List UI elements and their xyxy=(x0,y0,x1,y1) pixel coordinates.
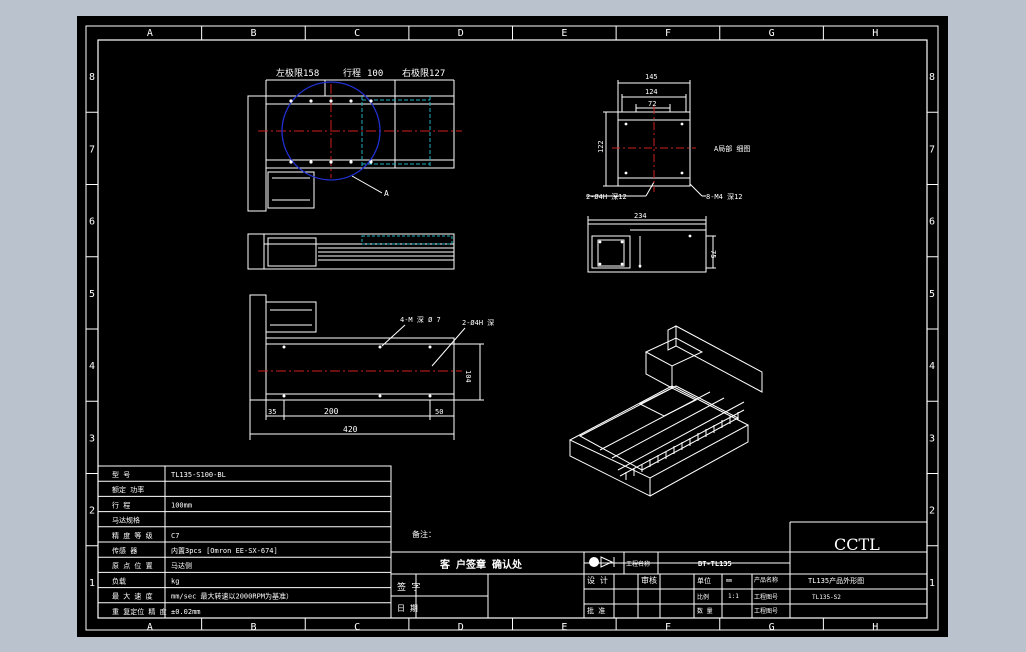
leader-a-label: A xyxy=(384,189,389,198)
bottom-note-pins: 2-Ø4H 深 xyxy=(462,318,494,327)
end-note-left: 2-Ø4H 深12 xyxy=(586,192,627,201)
zone-col-G: G xyxy=(769,622,775,633)
zone-row-6: 6 xyxy=(929,217,935,228)
end-dim-mid: 124 xyxy=(645,88,658,96)
zone-col-C: C xyxy=(354,28,360,39)
project-label: 工程名称 xyxy=(626,560,650,568)
param-label-4: 精 度 等 级 xyxy=(112,531,153,540)
zone-col-B: B xyxy=(250,622,256,633)
notes-label: 备注： xyxy=(412,529,436,539)
bottom-dim-height: 104 xyxy=(464,370,472,383)
project-value: BT-TL135 xyxy=(698,560,732,568)
top-dim-right: 右极限127 xyxy=(402,67,445,79)
top-dim-travel-label: 行程 xyxy=(343,67,361,79)
zone-col-G: G xyxy=(769,28,775,39)
zone-col-F: F xyxy=(665,28,671,39)
company-name: CCTL xyxy=(834,535,880,554)
zone-row-4: 4 xyxy=(929,361,935,372)
zone-row-7: 7 xyxy=(89,144,95,155)
param-value-5: 内置3pcs [Omron EE-SX-674] xyxy=(171,546,278,555)
param-label-5: 传感 器 xyxy=(112,546,137,555)
sign-label: 签 字 xyxy=(397,581,420,593)
param-label-7: 负载 xyxy=(112,576,126,585)
param-value-7: kg xyxy=(171,577,179,585)
param-label-6: 原 点 位 置 xyxy=(112,561,153,570)
top-dim-left: 左极限158 xyxy=(276,67,319,79)
zone-col-H: H xyxy=(872,28,878,39)
unit-label: 单位 xyxy=(697,576,711,585)
qty-label: 数 量 xyxy=(697,607,713,615)
zone-col-D: D xyxy=(458,28,464,39)
param-value-0: TL135-S100-BL xyxy=(171,471,226,479)
zone-row-3: 3 xyxy=(89,433,95,444)
drawing-sheet xyxy=(77,16,948,637)
end-dim-inner: 72 xyxy=(648,100,656,108)
zone-row-4: 4 xyxy=(89,361,95,372)
bottom-dim-mid: 200 xyxy=(324,407,339,416)
zone-col-B: B xyxy=(250,28,256,39)
zone-row-8: 8 xyxy=(89,72,95,83)
drawing-no-label: 工程图号 xyxy=(754,593,778,601)
end-dim-height: 122 xyxy=(597,140,605,153)
end-note-side: A局部 细图 xyxy=(714,144,750,153)
param-value-4: C7 xyxy=(171,532,179,540)
zone-col-E: E xyxy=(561,622,567,633)
scale-label: 比例 xyxy=(697,593,709,601)
zone-row-3: 3 xyxy=(929,433,935,444)
param-label-9: 重 复定位 精 度 xyxy=(112,607,167,616)
param-label-3: 马达规格 xyxy=(112,516,140,525)
param-value-8: mm/sec 最大转速以2000RPM为基准） xyxy=(171,592,293,601)
end-dim-outer: 145 xyxy=(645,73,658,81)
param-value-9: ±0.02mm xyxy=(171,608,201,616)
drawing-canvas: AABBCCDDEEFFGGHH8 87 76 65 54 43 32 21 1 左极限158 … xyxy=(77,16,948,637)
zone-col-A: A xyxy=(147,28,153,39)
zone-row-2: 2 xyxy=(89,506,95,517)
zone-row-5: 5 xyxy=(929,289,935,300)
top-dim-travel-value: 100 xyxy=(367,69,383,79)
zone-row-5: 5 xyxy=(89,289,95,300)
side-dim-width: 234 xyxy=(634,212,647,220)
check-label: 审核 xyxy=(641,575,657,585)
zone-col-C: C xyxy=(354,622,360,633)
zone-col-F: F xyxy=(665,622,671,633)
param-value-6: 马达侧 xyxy=(171,561,192,570)
side-dim-height: 75 xyxy=(709,250,717,258)
bottom-note-holes: 4-M 深 Ø 7 xyxy=(400,315,441,324)
end-note-right: 8-M4 深12 xyxy=(706,192,743,201)
product-label: 产品名称 xyxy=(754,576,778,584)
bottom-dim-total: 420 xyxy=(343,425,358,434)
zone-row-7: 7 xyxy=(929,144,935,155)
param-label-0: 型 号 xyxy=(112,470,130,479)
zone-row-6: 6 xyxy=(89,217,95,228)
zone-row-8: 8 xyxy=(929,72,935,83)
date-label: 日 期 xyxy=(397,604,418,613)
product-value: TL135产品外形图 xyxy=(808,576,864,585)
approve-label: 批 准 xyxy=(587,606,605,615)
zone-row-2: 2 xyxy=(929,506,935,517)
param-label-1: 额定 功率 xyxy=(112,485,144,494)
unit-value: mm xyxy=(726,578,732,584)
param-value-2: 100mm xyxy=(171,501,192,509)
bottom-dim-left: 35 xyxy=(268,408,276,416)
zone-col-A: A xyxy=(147,622,153,633)
customer-confirm: 客 户签章 确认处 xyxy=(439,558,523,571)
zone-col-D: D xyxy=(458,622,464,633)
design-label: 设 计 xyxy=(587,575,608,585)
scale-value: 1:1 xyxy=(728,593,739,600)
param-label-2: 行 程 xyxy=(112,500,130,509)
zone-col-E: E xyxy=(561,28,567,39)
zone-row-1: 1 xyxy=(929,578,935,589)
drawing-no-value: TL135-S2 xyxy=(812,594,841,601)
bottom-dim-right: 50 xyxy=(435,408,443,416)
zone-col-H: H xyxy=(872,622,878,633)
param-label-8: 最 大 速 度 xyxy=(112,592,153,601)
zone-row-1: 1 xyxy=(89,578,95,589)
material-label: 工程图号 xyxy=(754,607,778,615)
